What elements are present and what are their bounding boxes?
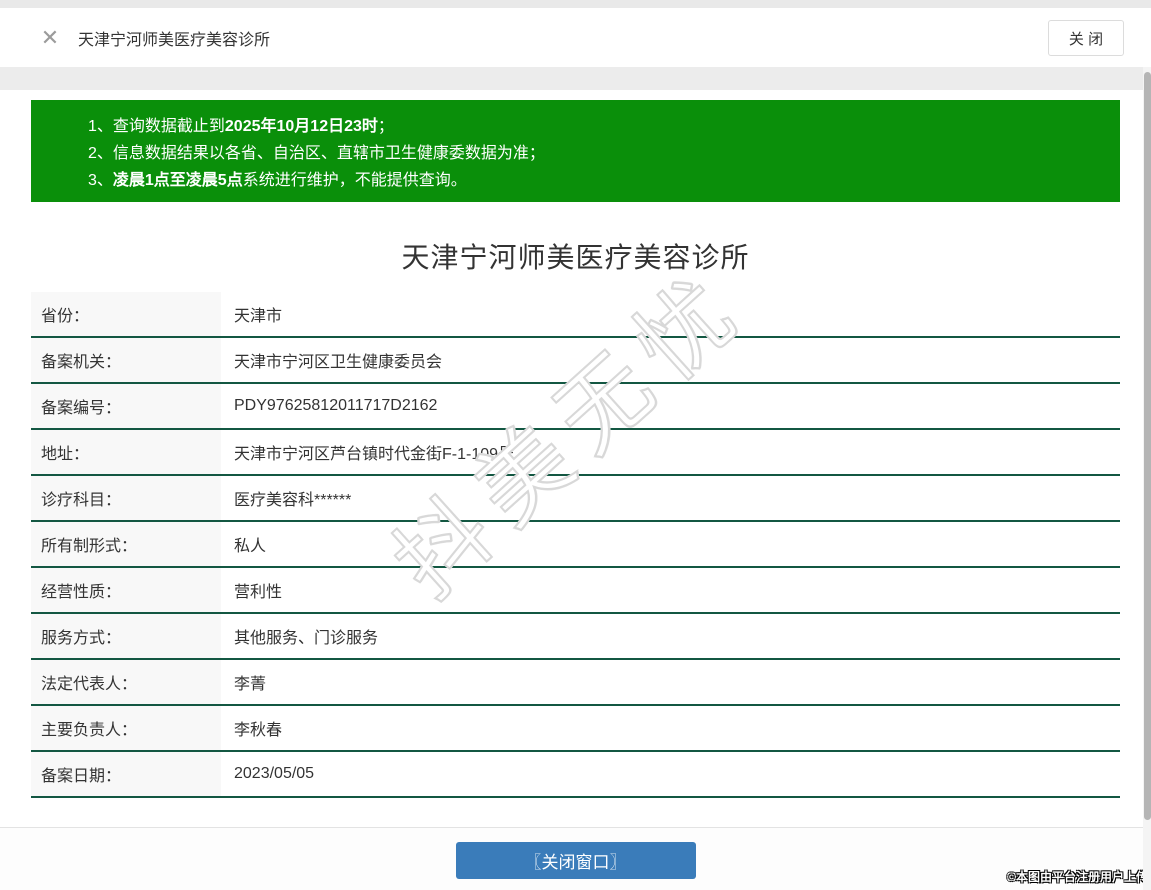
table-row: 省份： 天津市 [31,292,1120,338]
row-label: 备案编号： [31,384,221,428]
top-strip [0,0,1151,8]
footer-bar: 〖关闭窗口〗 [0,828,1151,890]
header-content-gap [0,67,1151,90]
row-label: 地址： [31,430,221,474]
row-value: 天津市 [221,302,1120,326]
row-value: 医疗美容科****** [221,486,1120,510]
row-label: 服务方式： [31,614,221,658]
notice-line-2: 2、信息数据结果以各省、自治区、直辖市卫生健康委数据为准； [88,140,1100,167]
row-label: 备案机关： [31,338,221,382]
notice-line-3-end: 系统进行维护，不能提供查询。 [243,172,467,189]
table-row: 所有制形式： 私人 [31,522,1120,568]
row-value: 天津市宁河区卫生健康委员会 [221,348,1120,372]
table-row: 主要负责人： 李秋春 [31,706,1120,752]
notice-line-3: 3、凌晨1点至凌晨5点系统进行维护，不能提供查询。 [88,167,1100,194]
row-label: 法定代表人： [31,660,221,704]
table-row: 法定代表人： 李菁 [31,660,1120,706]
row-label: 省份： [31,292,221,336]
row-label: 经营性质： [31,568,221,612]
row-value: PDY97625812011717D2162 [221,397,1120,415]
notice-line-1-end: ； [378,118,394,135]
notice-line-2-text: 2、信息数据结果以各省、自治区、直辖市卫生健康委数据为准； [88,145,545,162]
notice-line-3-bold: 凌晨1点至凌晨5点 [113,172,243,189]
row-value: 营利性 [221,578,1120,602]
close-window-button[interactable]: 〖关闭窗口〗 [456,842,696,879]
scrollbar-track[interactable] [1143,67,1151,890]
header-bar: ✕ 天津宁河师美医疗美容诊所 关 闭 [0,8,1151,67]
table-row: 地址： 天津市宁河区芦台镇时代金街F-1-109号 [31,430,1120,476]
table-row: 备案日期： 2023/05/05 [31,752,1120,798]
close-x-icon[interactable]: ✕ [38,27,62,49]
row-value: 其他服务、门诊服务 [221,624,1120,648]
row-label: 诊疗科目： [31,476,221,520]
copyright-stamp: ©本图由平台注册用户上传 [1007,868,1148,885]
detail-table: 省份： 天津市 备案机关： 天津市宁河区卫生健康委员会 备案编号： PDY976… [31,292,1120,798]
notice-box: 1、查询数据截止到2025年10月12日23时； 2、信息数据结果以各省、自治区… [31,100,1120,202]
table-row: 备案编号： PDY97625812011717D2162 [31,384,1120,430]
table-row: 经营性质： 营利性 [31,568,1120,614]
query-result-page: ✕ 天津宁河师美医疗美容诊所 关 闭 1、查询数据截止到2025年10月12日2… [0,0,1151,890]
row-value: 2023/05/05 [221,765,1120,783]
row-label: 所有制形式： [31,522,221,566]
page-title: 天津宁河师美医疗美容诊所 [0,236,1151,276]
row-value: 李秋春 [221,716,1120,740]
notice-line-1: 1、查询数据截止到2025年10月12日23时； [88,113,1100,140]
row-value: 私人 [221,532,1120,556]
header-close-button[interactable]: 关 闭 [1048,20,1124,56]
table-row: 服务方式： 其他服务、门诊服务 [31,614,1120,660]
header-title: 天津宁河师美医疗美容诊所 [78,26,270,50]
row-value: 天津市宁河区芦台镇时代金街F-1-109号 [221,440,1120,464]
notice-line-1-bold: 2025年10月12日23时 [225,118,378,135]
notice-line-1-text: 1、查询数据截止到 [88,118,225,135]
scrollbar-thumb[interactable] [1144,72,1151,820]
row-label: 备案日期： [31,752,221,796]
row-value: 李菁 [221,670,1120,694]
notice-line-3-text: 3、 [88,172,113,189]
table-row: 诊疗科目： 医疗美容科****** [31,476,1120,522]
table-row: 备案机关： 天津市宁河区卫生健康委员会 [31,338,1120,384]
row-label: 主要负责人： [31,706,221,750]
